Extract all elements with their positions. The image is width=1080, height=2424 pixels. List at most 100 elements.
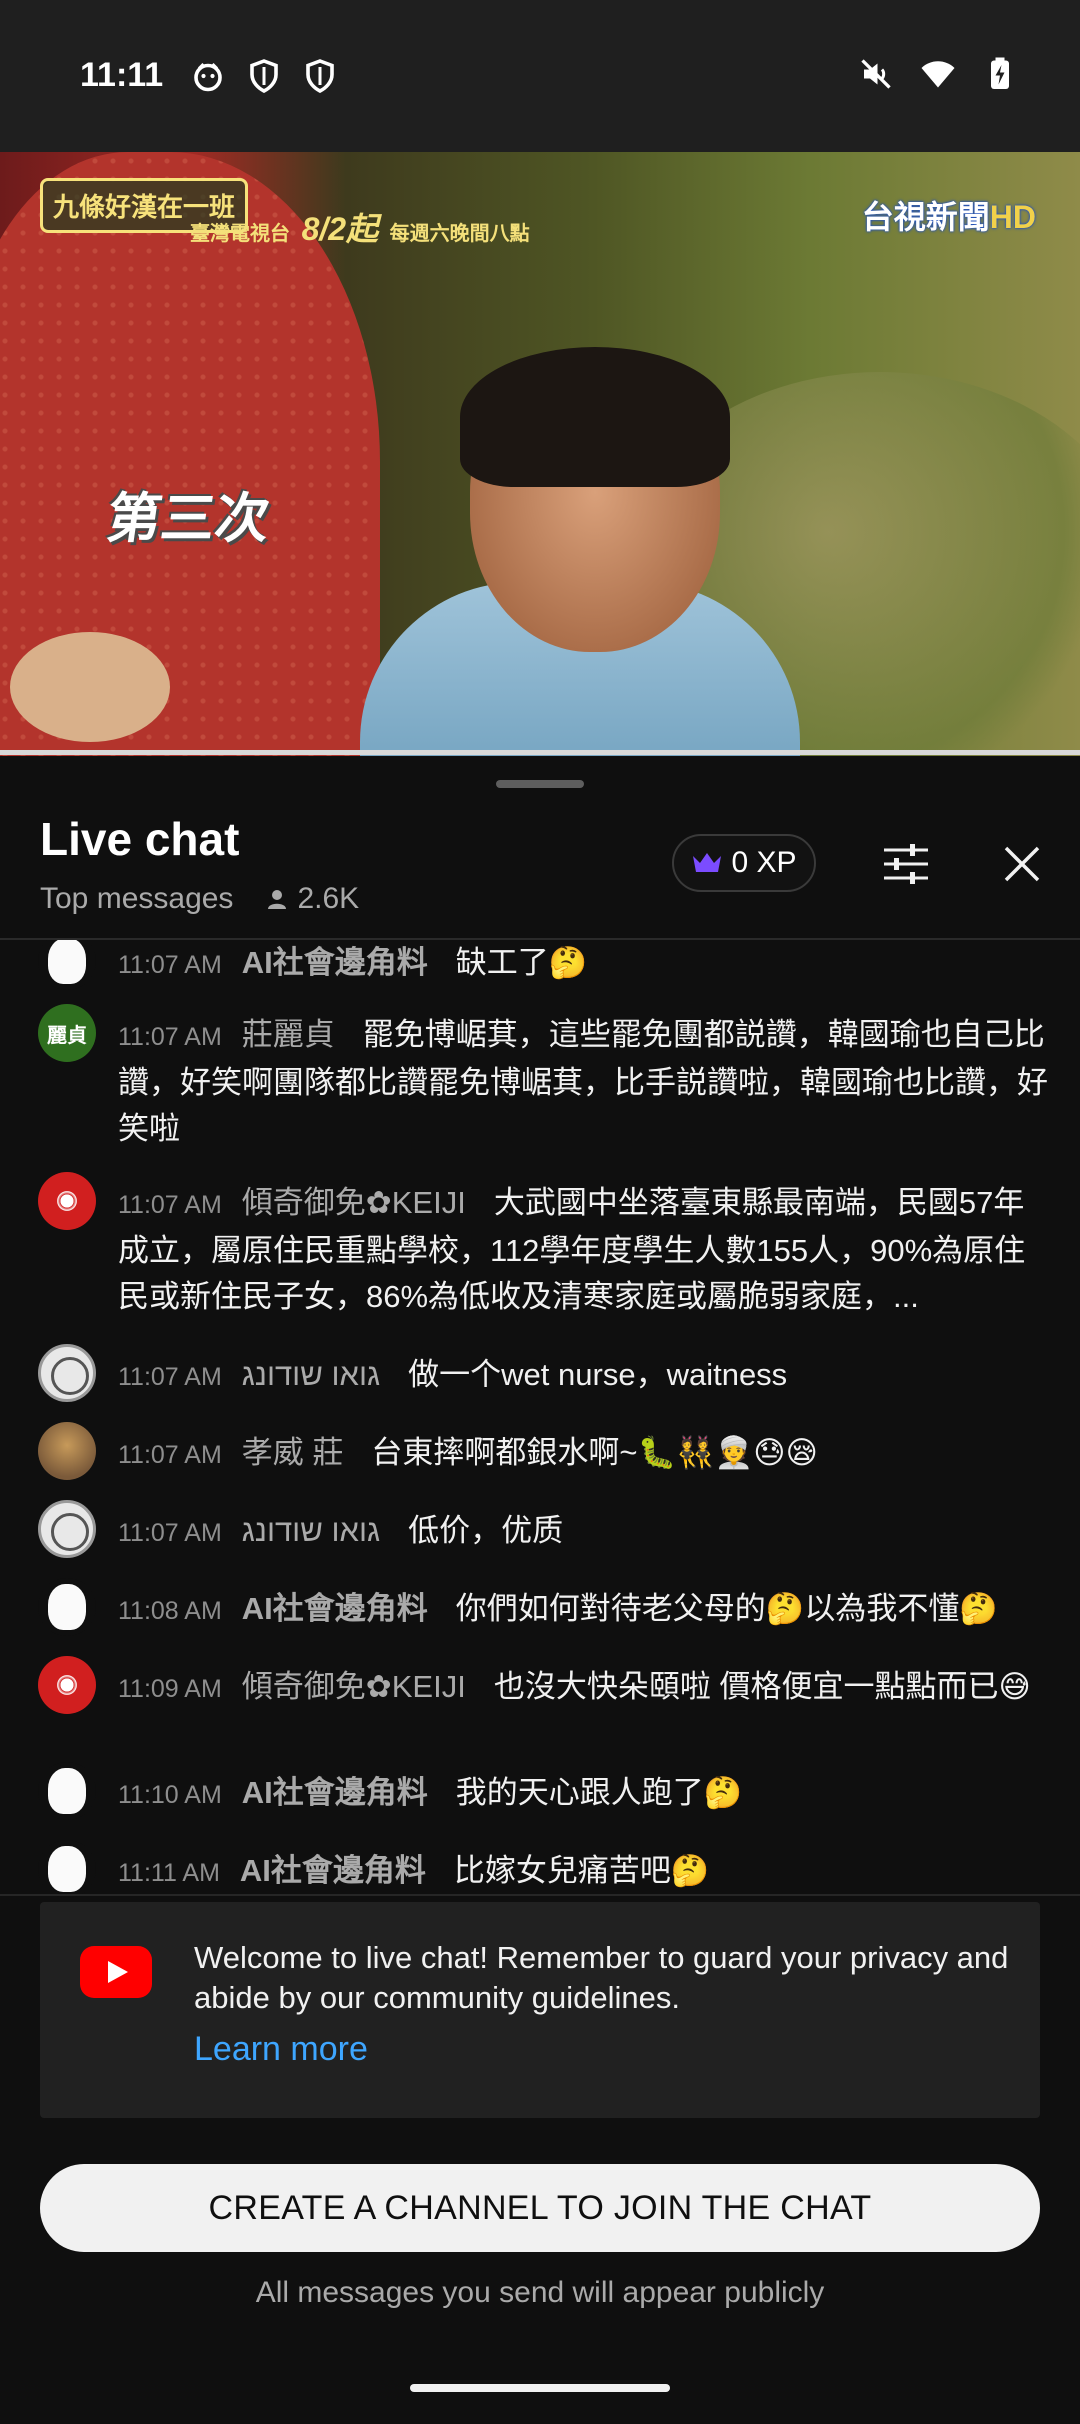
avatar-label: 麗貞 bbox=[47, 1024, 87, 1047]
chat-message[interactable]: 麗貞 11:07 AM 莊麗貞 罷免博崌萁，這些罷免團都説讚，韓國瑜也自己比讚，好笑… bbox=[38, 1004, 1048, 1152]
create-channel-button[interactable]: CREATE A CHANNEL TO JOIN THE CHAT bbox=[40, 2164, 1040, 2252]
avatar[interactable] bbox=[38, 1344, 96, 1402]
message-time: 11:07 AM bbox=[118, 1023, 222, 1051]
message-body: 11:07 AM גואו שודונג 做一个wet nurse，waitness bbox=[118, 1352, 787, 1402]
crown-icon bbox=[693, 853, 722, 872]
channel-logo: 台視新聞HD bbox=[862, 192, 1036, 238]
viewer-count-value: 2.6K bbox=[297, 882, 360, 915]
message-author[interactable]: 傾奇御免✿KEIJI bbox=[242, 1669, 466, 1704]
chat-message[interactable]: 11:07 AM AI社會邊角料 缺工了🤔 bbox=[38, 940, 1048, 990]
message-author[interactable]: 傾奇御免✿KEIJI bbox=[242, 1185, 466, 1220]
chat-subheader: Top messages 2.6K bbox=[40, 882, 359, 916]
avatar[interactable] bbox=[38, 1172, 96, 1230]
message-text: 也沒大快朵頤啦 價格便宜一點點而已😅 bbox=[493, 1669, 1031, 1704]
message-body: 11:08 AM AI社會邊角料 你們如何對待老父母的🤔以為我不懂🤔 bbox=[118, 1586, 998, 1636]
chat-message[interactable]: 11:10 AM AI社會邊角料 我的天心跟人跑了🤔 bbox=[38, 1762, 1048, 1820]
message-body: 11:11 AM AI社會邊角料 比嫁女兒痛苦吧🤔 bbox=[118, 1848, 710, 1898]
message-time: 11:11 AM bbox=[118, 1859, 220, 1887]
avatar[interactable] bbox=[38, 1500, 96, 1558]
message-author[interactable]: AI社會邊角料 bbox=[240, 1853, 426, 1888]
avatar[interactable] bbox=[38, 1656, 96, 1714]
battery-icon bbox=[991, 57, 1009, 89]
message-time: 11:07 AM bbox=[118, 1441, 222, 1469]
face-icon bbox=[194, 62, 222, 92]
message-author[interactable]: AI社會邊角料 bbox=[242, 1591, 428, 1626]
filter-settings-icon[interactable] bbox=[880, 840, 932, 888]
banner-divider bbox=[0, 1894, 1080, 1896]
avatar[interactable] bbox=[38, 1578, 96, 1636]
chat-message[interactable]: 11:09 AM 傾奇御免✿KEIJI 也沒大快朵頤啦 價格便宜一點點而已😅 bbox=[38, 1656, 1048, 1714]
avatar[interactable] bbox=[38, 1422, 96, 1480]
message-text: 做一个wet nurse，waitness bbox=[408, 1357, 788, 1392]
shield-icon bbox=[250, 59, 278, 94]
video-progress-bar[interactable] bbox=[0, 750, 1080, 755]
wifi-icon bbox=[921, 61, 955, 88]
gesture-nav-bar[interactable] bbox=[410, 2384, 670, 2392]
message-time: 11:07 AM bbox=[118, 951, 222, 979]
public-note: All messages you send will appear public… bbox=[255, 2276, 825, 2309]
message-text: 缺工了🤔 bbox=[455, 945, 588, 980]
youtube-logo-icon bbox=[80, 1946, 152, 1998]
xp-label: 0 XP bbox=[731, 846, 797, 879]
chat-message[interactable]: 11:08 AM AI社會邊角料 你們如何對待老父母的🤔以為我不懂🤔 bbox=[38, 1578, 1048, 1636]
chat-message-list[interactable]: 11:07 AM AI社會邊角料 缺工了🤔 麗貞 11:07 AM 莊麗貞 罷免博崌萁，… bbox=[0, 940, 1080, 1902]
chat-message[interactable]: 11:11 AM AI社會邊角料 比嫁女兒痛苦吧🤔 bbox=[38, 1840, 1048, 1898]
message-author[interactable]: 孝威 莊 bbox=[242, 1435, 344, 1470]
message-time: 11:09 AM bbox=[118, 1675, 222, 1703]
status-left-icons bbox=[190, 58, 338, 94]
broadcast-info: 臺灣電視台 8/2起 每週六晚間八點 bbox=[190, 204, 530, 250]
broadcast-date: 8/2起 bbox=[301, 211, 379, 247]
video-caption: 第三次 bbox=[103, 489, 274, 549]
message-text: 台東摔啊都銀水啊~🐛👯👳😓😪 bbox=[371, 1435, 818, 1470]
message-body: 11:07 AM AI社會邊角料 缺工了🤔 bbox=[118, 940, 587, 990]
message-text: 你們如何對待老父母的🤔以為我不懂🤔 bbox=[455, 1591, 998, 1626]
message-author[interactable]: AI社會邊角料 bbox=[242, 945, 428, 980]
message-time: 11:08 AM bbox=[118, 1597, 222, 1625]
video-player[interactable]: 九條好漢在一班 臺灣電視台 8/2起 每週六晚間八點 台視新聞HD 第三次 bbox=[0, 152, 1080, 756]
message-body: 11:07 AM 孝威 莊台東摔啊都銀水啊~🐛👯👳😓😪 bbox=[118, 1430, 818, 1480]
video-person-hair bbox=[460, 347, 730, 487]
message-body: 11:07 AM 莊麗貞 罷免博崌萁，這些罷免團都説讚，韓國瑜也自己比讚，好笑啊團隊… bbox=[118, 1012, 1048, 1152]
message-body: 11:09 AM 傾奇御免✿KEIJI 也沒大快朵頤啦 價格便宜一點點而已😅 bbox=[118, 1664, 1031, 1714]
avatar[interactable] bbox=[38, 1762, 96, 1820]
message-text: 我的天心跟人跑了🤔 bbox=[455, 1775, 743, 1810]
welcome-banner: Welcome to live chat! Remember to guard … bbox=[40, 1902, 1040, 2118]
live-chat-panel: Live chat Top messages 2.6K 0 XP 11:07 A… bbox=[0, 756, 1080, 2424]
message-text: 低价，优质 bbox=[408, 1513, 564, 1548]
status-time: 11:11 bbox=[80, 56, 164, 94]
broadcast-time: 每週六晚間八點 bbox=[389, 223, 530, 245]
message-body: 11:07 AM 傾奇御免✿KEIJI 大武國中坐落臺東縣最南端，民國57年成立，屬… bbox=[118, 1180, 1048, 1318]
message-author[interactable]: 莊麗貞 bbox=[242, 1017, 335, 1052]
welcome-text: Welcome to live chat! Remember to guard … bbox=[194, 1940, 1009, 2015]
chat-title: Live chat bbox=[40, 813, 240, 865]
close-icon[interactable] bbox=[998, 840, 1046, 888]
message-time: 11:07 AM bbox=[118, 1363, 222, 1391]
avatar[interactable]: 麗貞 bbox=[38, 1004, 96, 1062]
message-time: 11:10 AM bbox=[118, 1781, 222, 1809]
message-author[interactable]: גואו שודונג bbox=[242, 1357, 380, 1392]
person-icon bbox=[268, 890, 287, 909]
avatar[interactable] bbox=[38, 940, 96, 990]
video-hand bbox=[10, 632, 170, 742]
chat-mode-selector[interactable]: Top messages bbox=[40, 882, 233, 916]
message-time: 11:07 AM bbox=[118, 1519, 222, 1547]
broadcast-network: 臺灣電視台 bbox=[190, 223, 290, 245]
drag-handle[interactable] bbox=[496, 780, 584, 788]
message-author[interactable]: AI社會邊角料 bbox=[242, 1775, 428, 1810]
message-author[interactable]: גואו שודונג bbox=[242, 1513, 380, 1548]
chat-message[interactable]: 11:07 AM 孝威 莊台東摔啊都銀水啊~🐛👯👳😓😪 bbox=[38, 1422, 1048, 1480]
chat-message[interactable]: 11:07 AM 傾奇御免✿KEIJI 大武國中坐落臺東縣最南端，民國57年成立，屬… bbox=[38, 1172, 1048, 1318]
learn-more-link[interactable]: Learn more bbox=[194, 2030, 368, 2069]
viewer-count: 2.6K bbox=[265, 882, 359, 916]
chat-message[interactable]: 11:07 AM גואו שודונג 做一个wet nurse，waitness bbox=[38, 1344, 1048, 1402]
mute-icon bbox=[861, 59, 891, 89]
chat-message[interactable]: 11:07 AM גואו שודונג 低价，优质 bbox=[38, 1500, 1048, 1558]
message-body: 11:10 AM AI社會邊角料 我的天心跟人跑了🤔 bbox=[118, 1770, 742, 1820]
message-time: 11:07 AM bbox=[118, 1191, 222, 1219]
channel-hd-badge: HD bbox=[989, 199, 1036, 235]
xp-button[interactable]: 0 XP bbox=[672, 834, 816, 892]
message-body: 11:07 AM גואו שודונג 低价，优质 bbox=[118, 1508, 563, 1558]
channel-logo-text: 台視新聞 bbox=[861, 199, 990, 235]
avatar[interactable] bbox=[38, 1840, 96, 1898]
status-bar: 11:11 bbox=[0, 0, 1080, 152]
